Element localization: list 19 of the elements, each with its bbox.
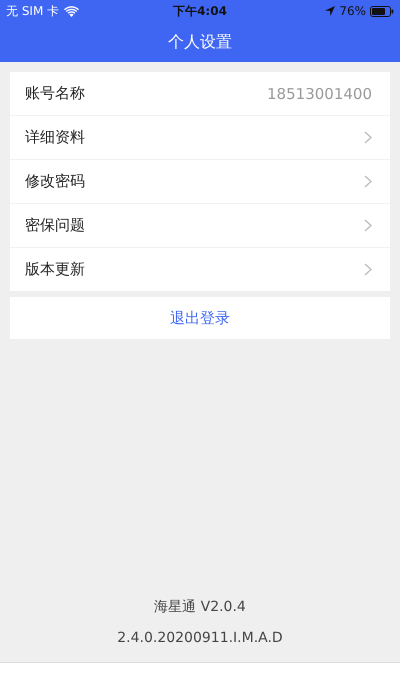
build-text: 2.4.0.20200911.I.M.A.D bbox=[117, 630, 283, 646]
location-arrow-icon bbox=[325, 6, 336, 16]
settings-row[interactable]: 密保问题 bbox=[10, 204, 390, 248]
page-title: 个人设置 bbox=[168, 32, 232, 52]
battery-percent: 76% bbox=[339, 4, 366, 18]
carrier-text: 无 SIM 卡 bbox=[6, 2, 60, 20]
app-version-text: 海星通 V2.0.4 bbox=[154, 598, 246, 616]
settings-row[interactable]: 详细资料 bbox=[10, 116, 390, 160]
battery-icon bbox=[370, 6, 394, 16]
chevron-icon bbox=[364, 131, 372, 144]
settings-row: 账号名称 18513001400 bbox=[10, 72, 390, 116]
chevron-icon bbox=[364, 175, 372, 188]
clock-text: 下午4:04 bbox=[173, 2, 227, 20]
settings-row[interactable]: 版本更新 bbox=[10, 248, 390, 291]
chevron-icon bbox=[364, 219, 372, 232]
chevron-icon bbox=[364, 263, 372, 276]
settings-row[interactable]: 修改密码 bbox=[10, 160, 390, 204]
logout-button[interactable]: 退出登录 bbox=[10, 297, 390, 339]
wifi-icon bbox=[64, 6, 80, 16]
